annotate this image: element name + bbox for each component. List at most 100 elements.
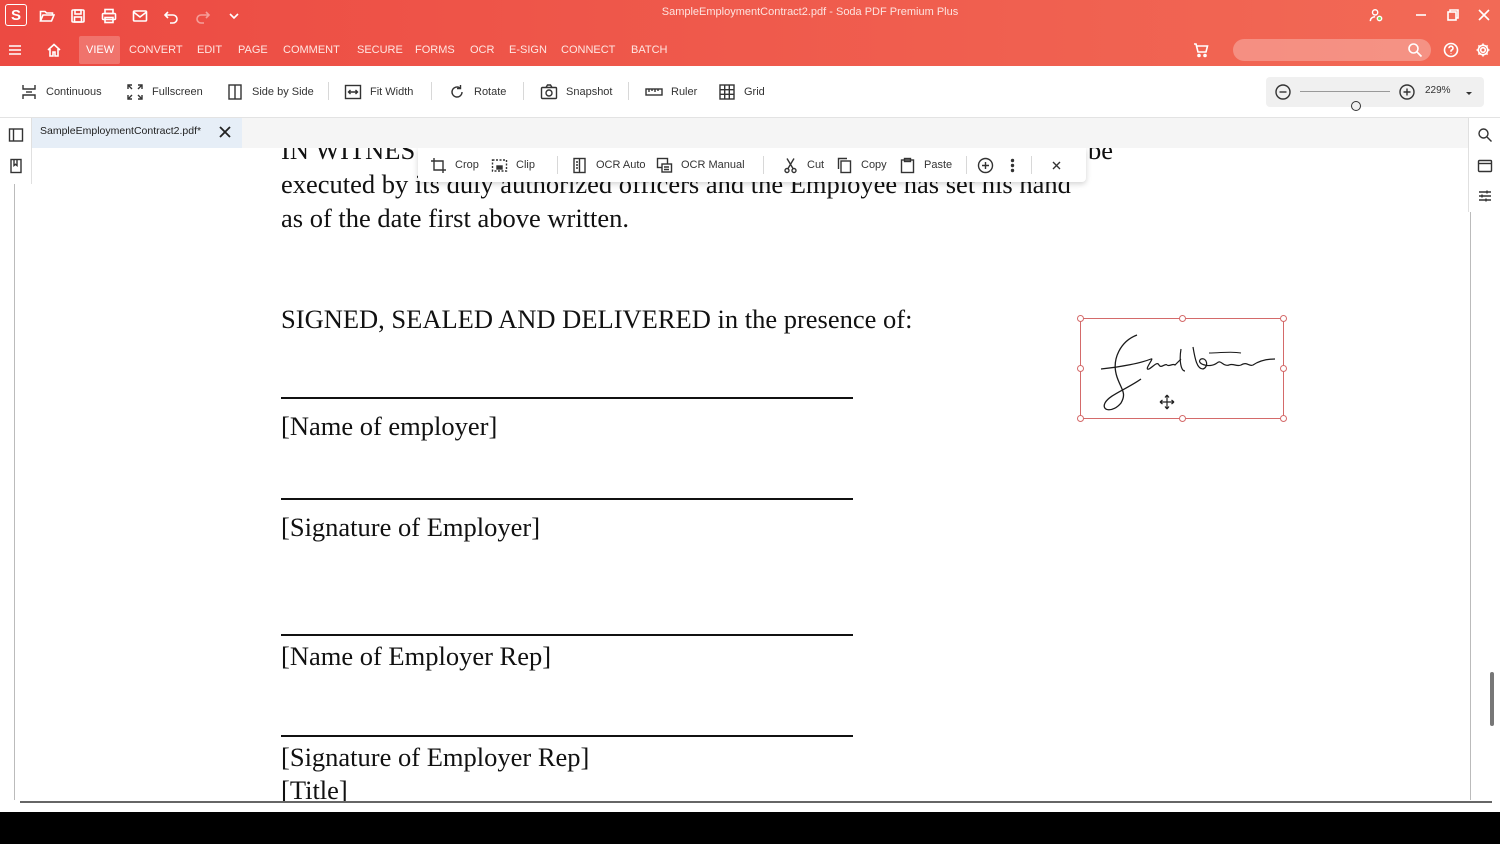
- zoom-slider-thumb[interactable]: [1350, 101, 1361, 111]
- page-bottom-edge: [20, 801, 1492, 803]
- search-icon[interactable]: [1477, 127, 1493, 143]
- zoom-level[interactable]: 229%: [1425, 85, 1451, 96]
- resize-handle[interactable]: [1179, 415, 1186, 422]
- add-button[interactable]: [977, 155, 994, 175]
- ruler-icon: [645, 88, 663, 96]
- page-edge: [14, 148, 15, 800]
- add-circle-icon: [977, 157, 994, 173]
- continuous-button[interactable]: Continuous: [20, 80, 102, 104]
- right-panel-rail: [1468, 118, 1500, 212]
- rotate-label: Rotate: [474, 86, 507, 98]
- close-icon[interactable]: [1472, 4, 1496, 26]
- panel-toggle-icon[interactable]: [8, 127, 24, 143]
- zoom-slider[interactable]: [1300, 91, 1390, 111]
- snapshot-label: Snapshot: [566, 86, 613, 98]
- fit-width-button[interactable]: Fit Width: [344, 80, 413, 104]
- signature-image-selection[interactable]: [1077, 315, 1287, 422]
- grid-label: Grid: [744, 86, 765, 98]
- menu-secure[interactable]: SECURE: [350, 36, 410, 64]
- crop-button[interactable]: Crop: [430, 155, 479, 175]
- menu-comment[interactable]: COMMENT: [276, 36, 347, 64]
- signature-block-label: [Signature of Employer Rep]: [281, 742, 590, 772]
- hamburger-menu-icon[interactable]: [7, 42, 25, 60]
- move-cursor-icon: [1159, 394, 1175, 410]
- scissors-icon: [784, 157, 797, 173]
- home-icon[interactable]: [46, 42, 64, 60]
- fullscreen-button[interactable]: Fullscreen: [126, 80, 203, 104]
- ocr-auto-button[interactable]: OCR Auto: [571, 155, 646, 175]
- clip-button[interactable]: Clip: [491, 155, 535, 175]
- grid-button[interactable]: Grid: [718, 80, 765, 104]
- document-tab[interactable]: SampleEmploymentContract2.pdf*: [32, 118, 242, 148]
- cart-icon[interactable]: [1193, 42, 1211, 60]
- settings-gear-icon[interactable]: [1475, 42, 1493, 60]
- resize-handle[interactable]: [1280, 365, 1287, 372]
- resize-handle[interactable]: [1077, 415, 1084, 422]
- crop-label: Crop: [455, 159, 479, 171]
- search-input[interactable]: [1243, 42, 1403, 58]
- menu-e-sign[interactable]: E-SIGN: [502, 36, 554, 64]
- bookmark-icon[interactable]: [8, 158, 24, 174]
- rotate-button[interactable]: Rotate: [448, 80, 506, 104]
- cut-button[interactable]: Cut: [782, 155, 824, 175]
- menu-batch[interactable]: BATCH: [624, 36, 674, 64]
- help-icon[interactable]: [1443, 42, 1461, 60]
- page-edge: [1470, 148, 1471, 800]
- account-icon[interactable]: [1364, 4, 1388, 26]
- menu-connect[interactable]: CONNECT: [554, 36, 622, 64]
- minimize-icon[interactable]: [1409, 4, 1433, 26]
- resize-handle[interactable]: [1179, 315, 1186, 322]
- paste-label: Paste: [924, 159, 953, 171]
- menu-convert[interactable]: CONVERT: [122, 36, 190, 64]
- document-line: IN WITNES: [281, 148, 416, 165]
- side-by-side-label: Side by Side: [252, 86, 314, 98]
- ocr-auto-label: OCR Auto: [596, 159, 646, 171]
- menu-view[interactable]: VIEW: [79, 36, 120, 64]
- document-viewport[interactable]: IN WITNES be executed by its duly author…: [0, 148, 1500, 812]
- cut-label: Cut: [807, 159, 825, 171]
- signature-block-label: [Name of employer]: [281, 411, 498, 441]
- copy-button[interactable]: Copy: [836, 155, 887, 175]
- ocr-manual-button[interactable]: OCR Manual: [656, 155, 745, 175]
- crop-icon: [431, 157, 446, 173]
- resize-handle[interactable]: [1077, 365, 1084, 372]
- document-tab-label: SampleEmploymentContract2.pdf*: [40, 125, 202, 137]
- vertical-scrollbar-thumb[interactable]: [1490, 672, 1494, 726]
- ocr-manual-label: OCR Manual: [681, 159, 745, 171]
- zoom-in-icon[interactable]: [1398, 83, 1416, 101]
- document-line: be: [1088, 148, 1114, 165]
- copy-label: Copy: [861, 159, 887, 171]
- signed-heading: SIGNED, SEALED AND DELIVERED in the pres…: [281, 304, 913, 334]
- app-window: S SampleEmploymentContract2.pdf - Soda P…: [0, 0, 1500, 812]
- menu-ocr[interactable]: OCR: [463, 36, 501, 64]
- zoom-dropdown-icon[interactable]: [1463, 86, 1475, 98]
- window-title: SampleEmploymentContract2.pdf - Soda PDF…: [661, 6, 959, 18]
- ruler-button[interactable]: Ruler: [645, 80, 697, 104]
- snapshot-button[interactable]: Snapshot: [540, 80, 612, 104]
- resize-handle[interactable]: [1280, 415, 1287, 422]
- document-line: as of the date first above written.: [281, 203, 630, 233]
- signature-block-label: [Name of Employer Rep]: [281, 641, 552, 671]
- search-box[interactable]: [1233, 39, 1431, 61]
- close-context-toolbar-button[interactable]: [1048, 155, 1065, 175]
- more-options-button[interactable]: [1004, 155, 1021, 175]
- restore-icon[interactable]: [1441, 4, 1465, 26]
- ocr-auto-icon: [573, 157, 586, 173]
- menu-edit[interactable]: EDIT: [190, 36, 229, 64]
- close-tab-icon[interactable]: [218, 125, 232, 139]
- menu-page[interactable]: PAGE: [231, 36, 275, 64]
- menu-forms[interactable]: FORMS: [408, 36, 462, 64]
- toolbar-divider: [557, 156, 558, 174]
- resize-handle[interactable]: [1077, 315, 1084, 322]
- toolbar-divider: [763, 156, 764, 174]
- properties-panel-icon[interactable]: [1477, 158, 1493, 174]
- side-by-side-button[interactable]: Side by Side: [226, 80, 314, 104]
- adjustments-icon[interactable]: [1477, 188, 1493, 204]
- left-panel-rail: [0, 118, 32, 184]
- resize-handle[interactable]: [1280, 315, 1287, 322]
- zoom-out-icon[interactable]: [1274, 83, 1292, 101]
- paste-button[interactable]: Paste: [899, 155, 952, 175]
- ocr-manual-icon: [656, 157, 673, 173]
- search-icon[interactable]: [1407, 42, 1423, 58]
- document-tab-strip: SampleEmploymentContract2.pdf*: [0, 118, 1500, 148]
